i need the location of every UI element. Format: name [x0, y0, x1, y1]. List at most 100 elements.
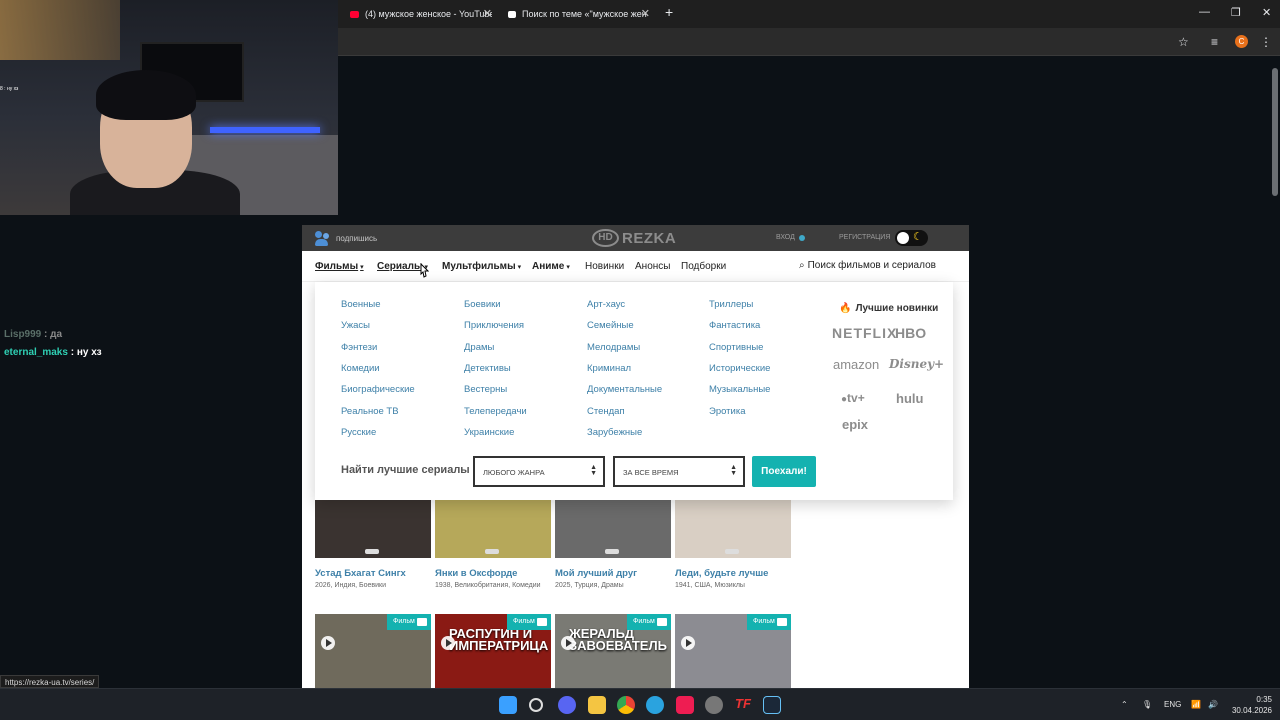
genre-link[interactable]: Фантастика	[709, 320, 760, 331]
close-tab-icon[interactable]: ✕	[483, 7, 492, 20]
main-nav: Фильмы ▾ Сериалы ▾ Мультфильмы ▾ Аниме ▾ Нов…	[302, 251, 969, 282]
genre-link[interactable]: Документальные	[587, 384, 662, 395]
genre-link[interactable]: Музыкальные	[709, 384, 770, 395]
genre-link[interactable]: Украинские	[464, 427, 514, 438]
nav-anime[interactable]: Аниме ▾	[532, 261, 570, 272]
movie-meta: 1938, Великобритания, Комедии	[435, 582, 541, 589]
close-tab-icon[interactable]: ✕	[641, 7, 650, 20]
chevron-down-icon: ▾	[566, 264, 570, 271]
subscribe-link[interactable]: подпишись	[336, 234, 377, 243]
profile-avatar[interactable]: C	[1235, 35, 1248, 48]
search-icon[interactable]	[529, 698, 543, 712]
minimize-icon[interactable]: —	[1199, 6, 1210, 18]
go-button[interactable]: Поехали!	[752, 456, 816, 487]
nav-announcements[interactable]: Анонсы	[635, 261, 670, 272]
genre-link[interactable]: Вестерны	[464, 384, 507, 395]
genre-link[interactable]: Биографические	[341, 384, 415, 395]
genre-link[interactable]: Ужасы	[341, 320, 370, 331]
site-logo[interactable]: HD REZKA	[592, 229, 676, 247]
chrome-icon[interactable]	[617, 696, 635, 714]
genre-select[interactable]: ЛЮБОГО ЖАНРА ▲ ▼	[473, 456, 605, 487]
bookmark-star-icon[interactable]: ☆	[1178, 35, 1189, 49]
nav-cartoons[interactable]: Мультфильмы ▾	[442, 261, 521, 272]
hbo-logo[interactable]: HBO	[895, 325, 926, 341]
genre-link[interactable]: Исторические	[709, 363, 770, 374]
genre-link[interactable]: Триллеры	[709, 299, 753, 310]
genre-link[interactable]: Русские	[341, 427, 376, 438]
login-link[interactable]: ВХОД	[776, 234, 795, 241]
register-link[interactable]: РЕГИСТРАЦИЯ	[839, 234, 890, 241]
play-icon[interactable]	[321, 636, 335, 650]
amazon-logo[interactable]: amazon	[833, 357, 879, 372]
genre-link[interactable]: Детективы	[464, 363, 511, 374]
tray-expand-icon[interactable]: ⌃	[1121, 700, 1128, 709]
volume-icon[interactable]: 🔊	[1208, 700, 1218, 709]
tiktok-icon[interactable]	[676, 696, 694, 714]
movie-poster[interactable]: Фильм	[315, 614, 431, 688]
subscribe-icon[interactable]	[315, 231, 331, 246]
genre-link[interactable]: Военные	[341, 299, 381, 310]
epix-logo[interactable]: epix	[842, 417, 868, 432]
scrollbar-thumb[interactable]	[1272, 68, 1278, 196]
movie-title[interactable]: Янки в Оксфорде	[435, 568, 517, 579]
genre-link[interactable]: Семейные	[587, 320, 634, 331]
genre-link[interactable]: Фэнтези	[341, 342, 377, 353]
page-scrollbar[interactable]	[1270, 56, 1280, 688]
hulu-logo[interactable]: hulu	[896, 391, 923, 406]
file-explorer-icon[interactable]	[588, 696, 606, 714]
microphone-icon[interactable]: 🎙	[1142, 700, 1152, 709]
steam-icon[interactable]	[763, 696, 781, 714]
tab-youtube[interactable]: (4) мужское женское - YouTube ✕	[350, 4, 492, 24]
disney-logo[interactable]: Disney+	[889, 357, 944, 371]
app-icon[interactable]	[705, 696, 723, 714]
telegram-icon[interactable]	[646, 696, 664, 714]
netflix-logo[interactable]: NETFLIX	[832, 325, 897, 341]
movie-title[interactable]: Мой лучший друг	[555, 568, 637, 579]
genre-link[interactable]: Стендап	[587, 406, 625, 417]
movie-meta: 1941, США, Мюзиклы	[675, 582, 745, 589]
genre-link[interactable]: Криминал	[587, 363, 631, 374]
menu-kebab-icon[interactable]: ⋮	[1260, 35, 1272, 49]
stream-chat: Lisp999 : да eternal_maks : ну хз	[0, 215, 300, 685]
movie-title[interactable]: Устад Бхагат Сингх	[315, 568, 406, 579]
genre-link[interactable]: Эротика	[709, 406, 746, 417]
window-close-icon[interactable]: ✕	[1262, 6, 1271, 19]
genre-link[interactable]: Драмы	[464, 342, 494, 353]
genre-link[interactable]: Спортивные	[709, 342, 763, 353]
tf-icon[interactable]: TF	[735, 696, 753, 714]
search-link[interactable]: ⌕ Поиск фильмов и сериалов	[799, 260, 936, 271]
nav-collections[interactable]: Подборки	[681, 261, 726, 272]
new-tab-icon[interactable]: +	[665, 4, 673, 20]
genre-link[interactable]: Приключения	[464, 320, 524, 331]
movie-poster[interactable]: РАСПУТИН И ИМПЕРАТРИЦА Фильм	[435, 614, 551, 688]
time-select[interactable]: ЗА ВСЕ ВРЕМЯ ▲ ▼	[613, 456, 745, 487]
browser-toolbar: ☆ ≡ C ⋮	[338, 28, 1280, 56]
wifi-icon[interactable]: 📶	[1191, 700, 1201, 709]
media-controls-icon[interactable]: ≡	[1211, 35, 1218, 49]
genre-link[interactable]: Комедии	[341, 363, 380, 374]
movie-title[interactable]: Леди, будьте лучше	[675, 568, 768, 579]
discord-icon[interactable]	[558, 696, 576, 714]
language-indicator[interactable]: ENG	[1164, 700, 1181, 709]
movie-poster[interactable]: ЖЕРАЛЬД ЗАВОЕВАТЕЛЬ Фильм	[555, 614, 671, 688]
genre-link[interactable]: Арт-хаус	[587, 299, 625, 310]
play-icon[interactable]	[681, 636, 695, 650]
genre-link[interactable]: Реальное ТВ	[341, 406, 399, 417]
theme-toggle[interactable]: ☾	[895, 230, 928, 246]
genre-link[interactable]: Зарубежные	[587, 427, 642, 438]
movie-poster[interactable]: Фильм	[675, 614, 791, 688]
genre-link[interactable]: Мелодрамы	[587, 342, 640, 353]
play-icon[interactable]	[561, 636, 575, 650]
apple-tv-logo[interactable]: ●tv+	[841, 391, 865, 405]
genre-link[interactable]: Телепередачи	[464, 406, 527, 417]
start-icon[interactable]	[499, 696, 517, 714]
site-topbar: подпишись HD REZKA ВХОД РЕГИСТРАЦИЯ ☾	[302, 225, 969, 251]
tab-tiktok-search[interactable]: Поиск по теме «"мужское жен ✕	[508, 4, 650, 24]
genre-link[interactable]: Боевики	[464, 299, 501, 310]
nav-news[interactable]: Новинки	[585, 261, 624, 272]
movie-meta: 2025, Турция, Драмы	[555, 582, 624, 589]
restore-icon[interactable]: ❐	[1231, 6, 1241, 19]
nav-films[interactable]: Фильмы ▾	[315, 261, 364, 272]
clock[interactable]: 0:35 30.04.2026	[1228, 694, 1272, 716]
play-icon[interactable]	[441, 636, 455, 650]
